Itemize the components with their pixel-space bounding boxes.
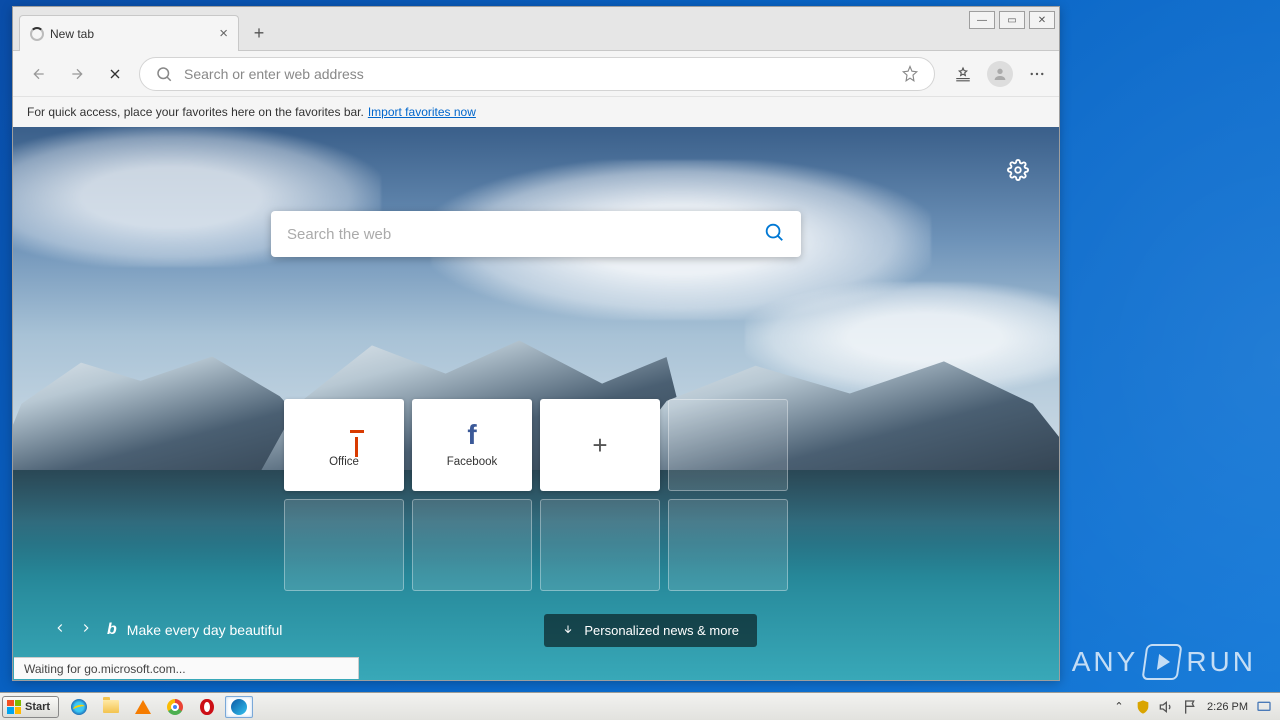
- windows-taskbar: Start ⌃ 2:26 PM: [0, 692, 1280, 720]
- toolbar-right: [945, 61, 1047, 87]
- web-search-submit-icon[interactable]: [763, 221, 785, 248]
- windows-logo-icon: [7, 700, 21, 714]
- play-icon: [1142, 644, 1183, 680]
- taskbar-vlc[interactable]: [129, 696, 157, 718]
- edge-browser-window: New tab × + — ▭ ✕ For quick access, plac…: [12, 6, 1060, 681]
- profile-avatar[interactable]: [987, 61, 1013, 87]
- page-settings-button[interactable]: [1007, 159, 1029, 186]
- tile-placeholder[interactable]: [668, 499, 788, 591]
- tray-expand-icon[interactable]: ⌃: [1111, 699, 1127, 715]
- image-nav: [53, 621, 93, 640]
- vlc-icon: [135, 700, 151, 714]
- favorite-star-icon[interactable]: [900, 64, 920, 84]
- stop-reload-button[interactable]: [101, 60, 129, 88]
- start-button[interactable]: Start: [2, 696, 59, 718]
- maximize-button[interactable]: ▭: [999, 11, 1025, 29]
- address-input[interactable]: [184, 66, 890, 82]
- ie-icon: [71, 699, 87, 715]
- web-search-box[interactable]: [271, 211, 801, 257]
- taskbar-opera[interactable]: [193, 696, 221, 718]
- arrow-down-icon: [562, 623, 574, 638]
- tile-add[interactable]: +: [540, 399, 660, 491]
- import-favorites-link[interactable]: Import favorites now: [368, 105, 476, 119]
- edge-icon: [231, 699, 247, 715]
- taskbar-explorer[interactable]: [97, 696, 125, 718]
- titlebar: New tab × + — ▭ ✕: [13, 7, 1059, 51]
- tray-flag-icon[interactable]: [1183, 699, 1199, 715]
- browser-status-bar: Waiting for go.microsoft.com...: [14, 657, 359, 679]
- chrome-icon: [167, 699, 183, 715]
- system-tray: ⌃ 2:26 PM: [1111, 699, 1278, 715]
- favorites-bar: For quick access, place your favorites h…: [13, 97, 1059, 127]
- status-text: Waiting for go.microsoft.com...: [24, 662, 186, 676]
- news-button-label: Personalized news & more: [584, 623, 739, 638]
- taskbar-chrome[interactable]: [161, 696, 189, 718]
- tile-facebook[interactable]: f Facebook: [412, 399, 532, 491]
- window-controls: — ▭ ✕: [969, 11, 1055, 29]
- search-icon: [154, 64, 174, 84]
- tray-clock[interactable]: 2:26 PM: [1207, 701, 1248, 713]
- address-bar[interactable]: [139, 57, 935, 91]
- tile-label: Facebook: [447, 456, 498, 468]
- plus-icon: +: [592, 430, 607, 461]
- start-label: Start: [25, 701, 50, 713]
- tile-placeholder[interactable]: [412, 499, 532, 591]
- favorites-hint-text: For quick access, place your favorites h…: [27, 105, 364, 119]
- taskbar-ie[interactable]: [65, 696, 93, 718]
- loading-spinner-icon: [30, 27, 44, 41]
- tile-placeholder[interactable]: [668, 399, 788, 491]
- opera-icon: [200, 699, 214, 715]
- facebook-icon: f: [459, 422, 485, 448]
- image-next-button[interactable]: [79, 621, 93, 640]
- tile-label: Office: [329, 456, 359, 468]
- back-button[interactable]: [25, 60, 53, 88]
- tray-shield-icon[interactable]: [1135, 699, 1151, 715]
- tile-placeholder[interactable]: [284, 499, 404, 591]
- forward-button[interactable]: [63, 60, 91, 88]
- minimize-button[interactable]: —: [969, 11, 995, 29]
- page-content: Office f Facebook + b Make every day bea…: [13, 127, 1059, 680]
- quick-links-grid: Office f Facebook +: [284, 399, 788, 591]
- taskbar-edge[interactable]: [225, 696, 253, 718]
- image-prev-button[interactable]: [53, 621, 67, 640]
- browser-tab[interactable]: New tab ×: [19, 15, 239, 51]
- more-menu-icon[interactable]: [1027, 64, 1047, 84]
- new-tab-button[interactable]: +: [245, 17, 273, 50]
- tray-show-desktop[interactable]: [1256, 699, 1272, 715]
- news-expand-button[interactable]: Personalized news & more: [544, 614, 757, 647]
- tile-office[interactable]: Office: [284, 399, 404, 491]
- tray-volume-icon[interactable]: [1159, 699, 1175, 715]
- folder-icon: [103, 700, 119, 713]
- close-window-button[interactable]: ✕: [1029, 11, 1055, 29]
- bing-icon: b: [107, 621, 117, 639]
- taskbar-items: [65, 696, 253, 718]
- tab-title: New tab: [50, 27, 94, 41]
- office-icon: [331, 422, 357, 448]
- image-tagline: Make every day beautiful: [127, 622, 283, 638]
- favorites-list-icon[interactable]: [953, 64, 973, 84]
- tab-close-button[interactable]: ×: [219, 26, 228, 41]
- tile-placeholder[interactable]: [540, 499, 660, 591]
- image-info-bar: b Make every day beautiful Personalized …: [53, 610, 1019, 650]
- anyrun-watermark: ANY RUN: [1072, 644, 1256, 680]
- web-search-input[interactable]: [287, 226, 763, 243]
- toolbar: [13, 51, 1059, 97]
